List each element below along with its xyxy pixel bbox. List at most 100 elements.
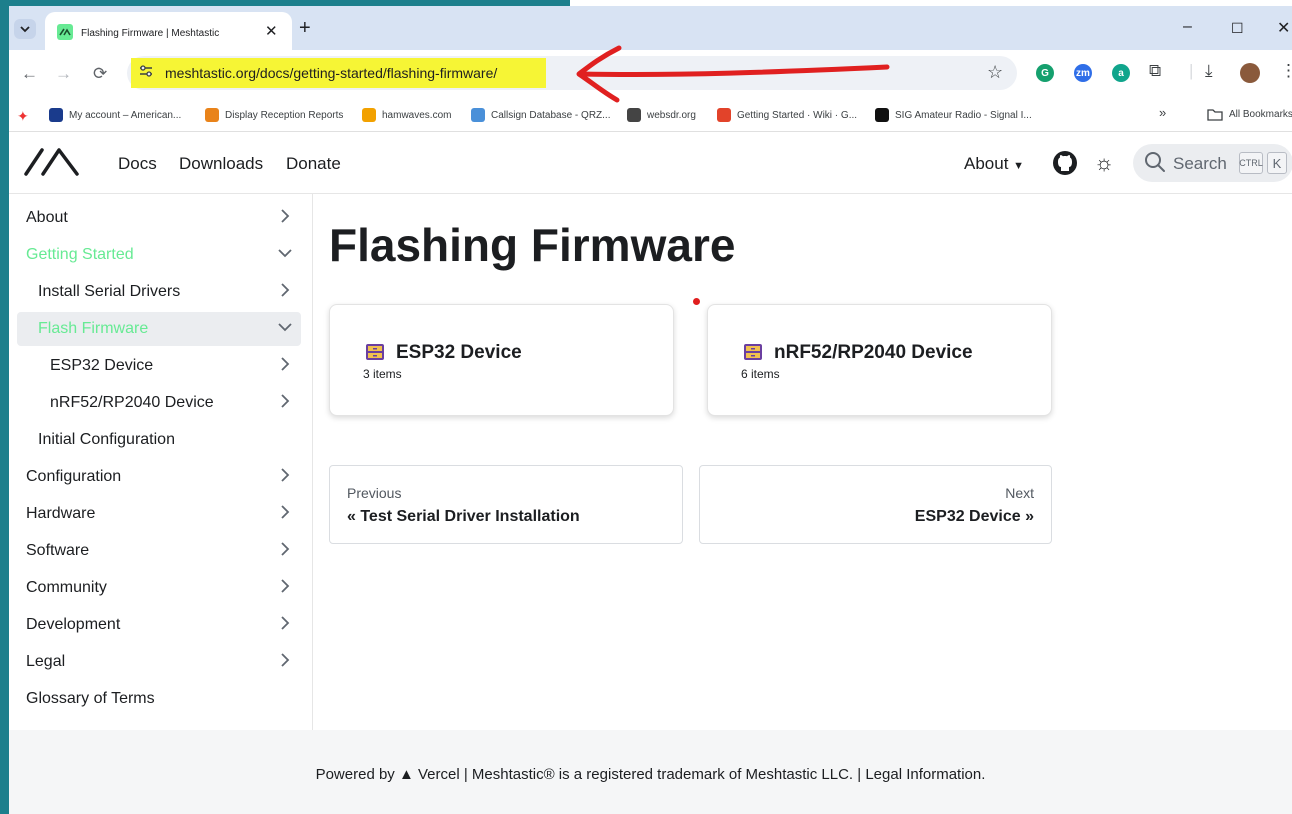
nav-downloads[interactable]: Downloads [179, 154, 263, 174]
sidebar-item-development[interactable]: Development [17, 608, 301, 642]
sidebar-item-hardware[interactable]: Hardware [17, 497, 301, 531]
pager-previous[interactable]: Previous « Test Serial Driver Installati… [329, 465, 683, 544]
bookmarks-overflow[interactable]: » [1159, 105, 1166, 120]
about-dropdown[interactable]: About ▼ [964, 154, 1024, 174]
sidebar-item-about[interactable]: About [17, 201, 301, 235]
category-card-nrf52[interactable]: nRF52/RP2040 Device 6 items [707, 304, 1052, 416]
chevron-right-icon[interactable] [277, 541, 293, 557]
chevron-down-icon[interactable] [277, 245, 293, 261]
meshtastic-logo-icon[interactable] [23, 146, 81, 178]
sidebar-item-getting-started[interactable]: Getting Started [17, 238, 301, 272]
pager-previous-label: « Test Serial Driver Installation [347, 508, 580, 525]
new-tab-icon[interactable]: + [299, 17, 311, 40]
caret-down-icon: ▼ [1013, 160, 1025, 172]
bookmark-item[interactable]: My account – American... [49, 108, 181, 122]
apps-icon[interactable]: ✦ [17, 108, 29, 125]
footer-text: Powered by ▲ Vercel | Meshtastic® is a r… [315, 766, 986, 783]
sidebar-item-label: nRF52/RP2040 Device [50, 394, 214, 411]
chevron-right-icon[interactable] [277, 393, 293, 409]
sidebar-item-initial-configuration[interactable]: Initial Configuration [17, 423, 301, 457]
sidebar-item-label: Install Serial Drivers [38, 283, 181, 300]
forward-icon[interactable]: → [55, 64, 72, 84]
sidebar-item-label: Hardware [26, 505, 96, 522]
chevron-right-icon[interactable] [277, 504, 293, 520]
card-item-count: 6 items [741, 367, 780, 381]
toolbar-divider: | [1189, 61, 1194, 80]
reload-icon[interactable]: ⟳ [93, 64, 107, 84]
site-navbar: Docs Downloads Donate About ▼ ☼ Search C… [9, 132, 1292, 194]
sidebar-item-legal[interactable]: Legal [17, 645, 301, 679]
page-title: Flashing Firmware [329, 219, 736, 271]
bookmark-item[interactable]: Display Reception Reports [205, 108, 343, 122]
sidebar-item-glossary-of-terms[interactable]: Glossary of Terms [17, 682, 301, 716]
sidebar-item-install-serial-drivers[interactable]: Install Serial Drivers [17, 275, 301, 309]
chevron-right-icon[interactable] [277, 467, 293, 483]
bookmark-item[interactable]: websdr.org [627, 108, 696, 122]
chevron-down-icon [20, 26, 30, 33]
back-icon[interactable]: ← [21, 64, 38, 84]
card-title: nRF52/RP2040 Device [774, 342, 973, 363]
chevron-right-icon[interactable] [277, 208, 293, 224]
site-footer: Powered by ▲ Vercel | Meshtastic® is a r… [9, 730, 1292, 814]
tab-search-button[interactable] [14, 19, 36, 39]
url-text: meshtastic.org/docs/getting-started/flas… [165, 65, 498, 81]
sidebar-item-nrf52-rp2040-device[interactable]: nRF52/RP2040 Device [17, 386, 301, 420]
all-bookmarks[interactable]: All Bookmarks [1207, 108, 1292, 121]
theme-toggle-sun-icon[interactable]: ☼ [1094, 150, 1114, 176]
kbd-k: K [1267, 152, 1287, 174]
browser-window: Flashing Firmware | Meshtastic ✕ + – ☐ ✕… [9, 6, 1292, 814]
sidebar-item-esp32-device[interactable]: ESP32 Device [17, 349, 301, 383]
pager-next-label: ESP32 Device » [914, 508, 1034, 525]
bookmark-item[interactable]: Getting Started · Wiki · G... [717, 108, 857, 122]
chevron-down-icon[interactable] [277, 319, 293, 335]
sidebar-item-label: About [26, 209, 68, 226]
chevron-right-icon[interactable] [277, 615, 293, 631]
docs-sidebar: About Getting Started Install Serial Drive… [9, 194, 313, 730]
card-item-count: 3 items [363, 367, 402, 381]
maximize-icon[interactable]: ☐ [1231, 20, 1244, 37]
folder-icon [1207, 109, 1223, 121]
minimize-icon[interactable]: – [1183, 18, 1192, 36]
search-icon [1145, 152, 1165, 172]
pager-next[interactable]: Next ESP32 Device » [699, 465, 1052, 544]
site-info-icon[interactable] [139, 65, 153, 80]
card-title: ESP32 Device [396, 342, 522, 363]
sidebar-item-label: Software [26, 542, 90, 559]
red-dot-marker [693, 298, 700, 305]
profile-avatar[interactable] [1240, 63, 1260, 83]
bookmark-item[interactable]: hamwaves.com [362, 108, 451, 122]
chevron-right-icon[interactable] [277, 652, 293, 668]
sidebar-item-software[interactable]: Software [17, 534, 301, 568]
chevron-right-icon[interactable] [277, 578, 293, 594]
kbd-ctrl: CTRL [1239, 152, 1263, 174]
sidebar-item-label: Flash Firmware [38, 320, 149, 337]
extensions-puzzle-icon[interactable]: ⧉ [1149, 61, 1161, 81]
sidebar-item-label: Legal [26, 653, 66, 670]
download-icon[interactable]: ⤓ [1205, 61, 1213, 81]
tab-title: Flashing Firmware | Meshtastic [81, 28, 220, 39]
sidebar-item-configuration[interactable]: Configuration [17, 460, 301, 494]
browser-tab-active[interactable]: Flashing Firmware | Meshtastic ✕ [45, 12, 292, 50]
bookmark-item[interactable]: SIG Amateur Radio - Signal I... [875, 108, 1032, 122]
chevron-right-icon[interactable] [277, 282, 293, 298]
close-window-icon[interactable]: ✕ [1277, 18, 1290, 38]
bookmark-star-icon[interactable]: ☆ [987, 62, 1003, 83]
github-icon[interactable] [1052, 150, 1078, 176]
pager-next-sub: Next [1005, 485, 1034, 501]
sidebar-item-flash-firmware[interactable]: Flash Firmware [17, 312, 301, 346]
about-dropdown-label: About [964, 154, 1009, 173]
sidebar-item-community[interactable]: Community [17, 571, 301, 605]
a-extension-icon[interactable]: a [1112, 64, 1130, 82]
browser-menu-icon[interactable]: ⋮ [1280, 61, 1292, 81]
nav-docs[interactable]: Docs [118, 154, 157, 174]
sidebar-item-label: Development [26, 616, 121, 633]
file-cabinet-icon [744, 344, 762, 360]
chevron-right-icon[interactable] [277, 356, 293, 372]
zoom-icon[interactable]: zm [1074, 64, 1092, 82]
search-button[interactable]: Search CTRL K [1133, 144, 1292, 182]
grammarly-icon[interactable]: G [1036, 64, 1054, 82]
tab-close-icon[interactable]: ✕ [265, 22, 278, 40]
bookmark-item[interactable]: Callsign Database - QRZ... [471, 108, 611, 122]
category-card-esp32[interactable]: ESP32 Device 3 items [329, 304, 674, 416]
nav-donate[interactable]: Donate [286, 154, 341, 174]
